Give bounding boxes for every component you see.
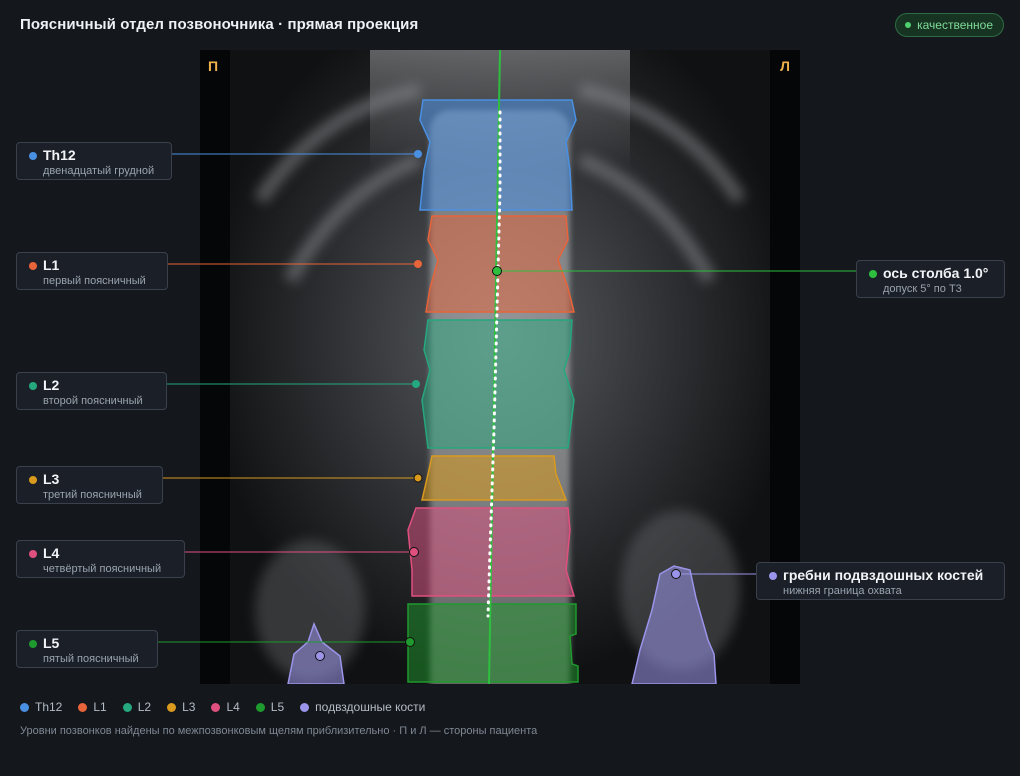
legend-dot-icon xyxy=(255,702,265,712)
legend-label: Th12 xyxy=(35,700,63,714)
callout-l1-name: L1 xyxy=(43,257,60,273)
legend-dot-icon xyxy=(20,702,29,712)
xray-image xyxy=(200,50,800,684)
legend-label: подвздошные кости xyxy=(315,700,426,714)
vertebra-l2-mask xyxy=(421,319,575,449)
callout-l4-sub: четвёртый поясничный xyxy=(43,563,162,575)
legend-label: L3 xyxy=(182,700,196,714)
callout-l5-sub: пятый поясничный xyxy=(43,653,139,665)
callout-l1[interactable]: L1 первый поясничный xyxy=(16,252,168,290)
legend-dot-icon xyxy=(300,702,310,712)
legend-dot-icon xyxy=(211,702,221,712)
legend-dot-icon xyxy=(122,702,132,712)
l1-color-dot-icon xyxy=(29,261,37,270)
th12-color-dot-icon xyxy=(29,151,37,160)
vertebra-l5-mask xyxy=(407,603,579,683)
callout-l5[interactable]: L5 пятый поясничный xyxy=(16,630,158,668)
callout-l2-sub: второй поясничный xyxy=(43,395,143,407)
legend-item-th12[interactable]: Th12 xyxy=(20,700,62,714)
l2-color-dot-icon xyxy=(29,381,37,390)
footnote: Уровни позвонков найдены по межпозвонков… xyxy=(20,725,538,737)
legend-item-l5[interactable]: L5 xyxy=(255,700,285,714)
legend-dot-icon xyxy=(167,702,177,712)
legend-label: L5 xyxy=(270,700,285,714)
axis-color-dot-icon xyxy=(869,269,877,278)
legend-label: L4 xyxy=(226,700,240,714)
iliac-color-dot-icon xyxy=(769,571,777,580)
quality-badge-label: качественное xyxy=(917,18,993,32)
legend-item-l4[interactable]: L4 xyxy=(211,700,240,714)
legend-item-l3[interactable]: L3 xyxy=(167,700,195,714)
callout-th12-name: Th12 xyxy=(43,147,76,163)
legend-item-l1[interactable]: L1 xyxy=(78,700,107,714)
callout-l5-name: L5 xyxy=(43,635,60,651)
callout-l2-name: L2 xyxy=(43,377,60,393)
callout-l4-name: L4 xyxy=(43,545,60,561)
xray-viewer[interactable]: П Л xyxy=(200,50,800,684)
callout-iliac-name: гребни подвздошных костей xyxy=(783,567,984,583)
side-marker-right-patient: П xyxy=(208,58,219,74)
l3-color-dot-icon xyxy=(29,475,37,484)
callout-iliac-sub: нижняя граница охвата xyxy=(783,585,902,597)
side-marker-left-patient: Л xyxy=(780,58,790,74)
page-title: Поясничный отдел позвоночника · прямая п… xyxy=(20,16,419,33)
callout-l4[interactable]: L4 четвёртый поясничный xyxy=(16,540,185,578)
l4-color-dot-icon xyxy=(29,549,37,558)
legend-label: L2 xyxy=(137,700,152,714)
callout-axis[interactable]: ось столба 1.0° допуск 5° по Т3 xyxy=(856,260,1005,298)
callout-axis-sub: допуск 5° по Т3 xyxy=(883,283,962,295)
callout-iliac[interactable]: гребни подвздошных костей нижняя граница… xyxy=(756,562,1005,600)
callout-l3[interactable]: L3 третий поясничный xyxy=(16,466,163,504)
legend-item-iliac[interactable]: подвздошные кости xyxy=(300,700,425,714)
legend-label: L1 xyxy=(93,700,107,714)
callout-th12-sub: двенадцатый грудной xyxy=(43,165,155,177)
l5-color-dot-icon xyxy=(29,639,37,648)
callout-l1-sub: первый поясничный xyxy=(43,275,146,287)
callout-axis-name: ось столба 1.0° xyxy=(883,265,989,281)
callout-l2[interactable]: L2 второй поясничный xyxy=(16,372,167,410)
legend-dot-icon xyxy=(78,702,88,712)
callout-th12[interactable]: Th12 двенадцатый грудной xyxy=(16,142,172,180)
callout-l3-name: L3 xyxy=(43,471,60,487)
legend: Th12 L1 L2 L3 L4 L5 подвздошные кости xyxy=(20,700,425,714)
callout-l3-sub: третий поясничный xyxy=(43,489,142,501)
status-dot-icon xyxy=(905,22,912,28)
quality-badge: качественное xyxy=(895,13,1004,37)
legend-item-l2[interactable]: L2 xyxy=(122,700,152,714)
